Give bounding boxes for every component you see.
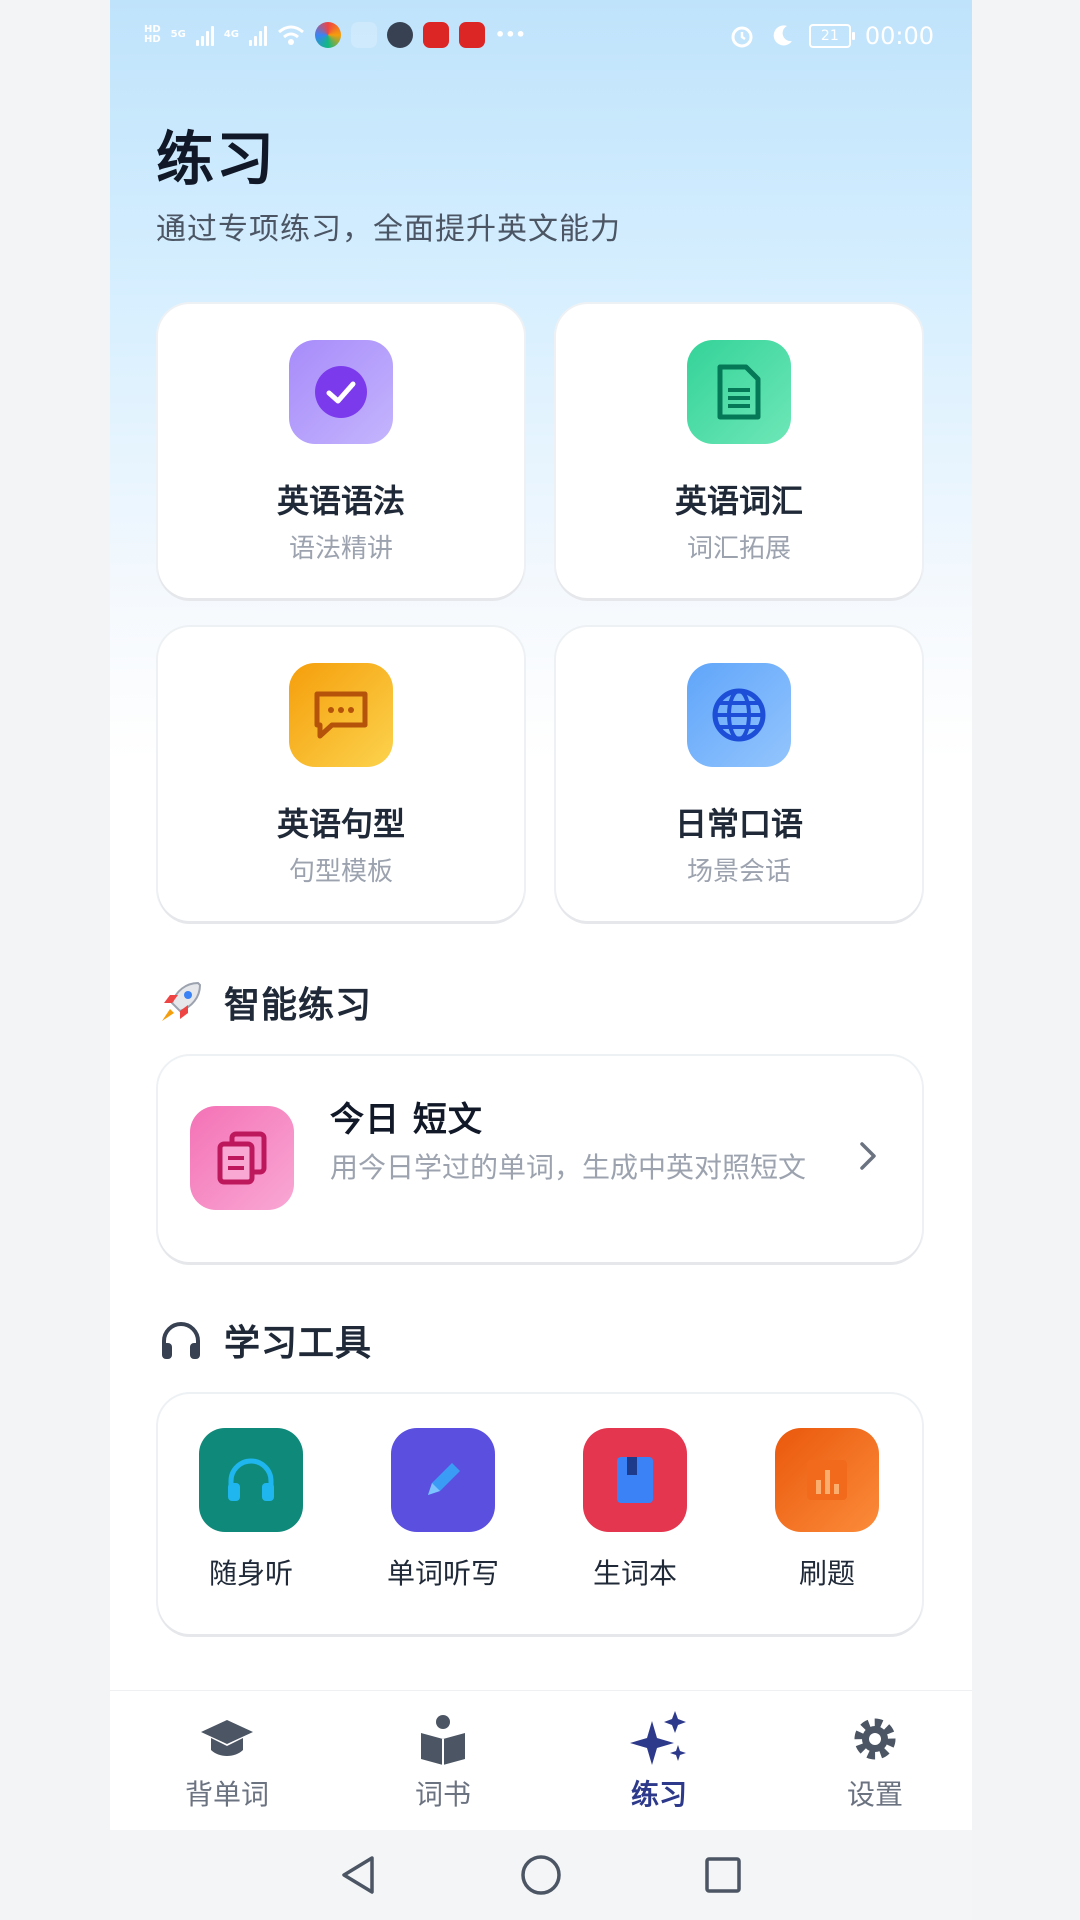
- quiz-tile: [775, 1428, 879, 1532]
- sim-indicator: HD HD: [144, 24, 161, 45]
- nav-icon-wrap: [800, 1711, 950, 1767]
- app-notification-icon: [351, 22, 378, 48]
- section-label: 智能练习: [224, 985, 373, 1026]
- wordbook-tile: [583, 1428, 687, 1532]
- headphones-icon: [162, 1322, 200, 1359]
- app-notification-icon: [459, 22, 486, 48]
- status-bar: HD HD 5G 4G ••• 21 00:00: [110, 0, 972, 80]
- card-subtitle: 场景会话: [686, 857, 791, 887]
- moon-icon: [773, 25, 792, 46]
- card-title: 英语句型: [276, 805, 405, 843]
- chat-bubble-icon: [314, 691, 368, 739]
- daily-article-card[interactable]: 今日 短文 用今日学过的单词，生成中英对照短文: [158, 1056, 922, 1262]
- daily-article-title: 今日 短文: [330, 1100, 483, 1140]
- grammar-tile: [289, 340, 393, 444]
- page-title: 练习: [156, 125, 277, 193]
- check-circle-icon: [315, 366, 367, 418]
- practice-card-grammar[interactable]: 英语语法 语法精讲: [158, 304, 524, 598]
- page-subtitle: 通过专项练习，全面提升英文能力: [156, 212, 621, 247]
- rocket-icon: [162, 981, 202, 1021]
- avatar-notification-icon: [387, 22, 414, 48]
- sparkles-icon: [630, 1711, 686, 1765]
- card-title: 英语词汇: [674, 482, 803, 520]
- status-left: HD HD 5G 4G •••: [144, 22, 526, 48]
- tool-label: 刷题: [798, 1557, 855, 1590]
- app-notification-icon: [423, 22, 450, 48]
- dictation-tile: [391, 1428, 495, 1532]
- tool-listen[interactable]: 随身听: [176, 1428, 326, 1592]
- daily-article-description: 用今日学过的单词，生成中英对照短文: [330, 1151, 807, 1184]
- home-icon[interactable]: [518, 1852, 564, 1898]
- nav-icon-wrap: [584, 1711, 734, 1767]
- status-right: 21 00:00: [729, 22, 934, 50]
- practice-card-speaking[interactable]: 日常口语 场景会话: [556, 627, 922, 921]
- nav-item-wordbooks[interactable]: 词书: [368, 1711, 518, 1813]
- listen-tile: [199, 1428, 303, 1532]
- nav-label: 设置: [846, 1778, 903, 1811]
- copy-docs-icon: [217, 1131, 267, 1185]
- card-subtitle: 句型模板: [288, 857, 393, 887]
- book-icon: [617, 1457, 653, 1503]
- wifi-icon: [278, 25, 304, 45]
- tool-label: 单词听写: [386, 1557, 499, 1590]
- sentence-tile: [289, 663, 393, 767]
- system-nav-bar: [110, 1830, 972, 1920]
- pencil-icon: [428, 1463, 460, 1495]
- back-icon[interactable]: [336, 1852, 382, 1898]
- daily-article-tile: [190, 1106, 294, 1210]
- nav-item-practice[interactable]: 练习: [584, 1711, 734, 1813]
- tool-dictation[interactable]: 单词听写: [368, 1428, 518, 1592]
- graduation-cap-icon: [201, 1720, 253, 1756]
- signal-icon-2: [249, 24, 268, 46]
- app-screen: HD HD 5G 4G ••• 21 00:00 练习 通过专项练习，全面提升英文…: [110, 0, 972, 1920]
- nav-item-vocabulary[interactable]: 背单词: [152, 1711, 302, 1813]
- gear-icon: [854, 1718, 896, 1760]
- battery-icon: 21: [808, 24, 855, 48]
- card-subtitle: 语法精讲: [288, 534, 393, 564]
- vocabulary-tile: [687, 340, 791, 444]
- app-notification-icon: [315, 22, 342, 48]
- learning-tools-header: 学习工具: [158, 1314, 372, 1366]
- chevron-right-icon: [860, 1142, 876, 1170]
- card-title: 英语语法: [276, 482, 405, 520]
- status-time: 00:00: [864, 22, 934, 50]
- tool-label: 随身听: [208, 1557, 293, 1590]
- more-notifications-icon: •••: [495, 25, 526, 44]
- globe-icon: [712, 688, 766, 742]
- tool-wordbook[interactable]: 生词本: [560, 1428, 710, 1592]
- nav-icon-wrap: [368, 1711, 518, 1767]
- practice-card-sentence[interactable]: 英语句型 句型模板: [158, 627, 524, 921]
- recent-apps-icon[interactable]: [700, 1852, 746, 1898]
- section-label: 学习工具: [224, 1323, 373, 1364]
- signal-icon: [195, 24, 214, 46]
- network-right-label: 4G: [223, 29, 240, 40]
- nav-item-settings[interactable]: 设置: [800, 1711, 950, 1813]
- alarm-icon: [731, 26, 753, 48]
- bottom-nav: 背单词 词书 练习 设置: [110, 1690, 972, 1831]
- tool-label: 生词本: [592, 1557, 677, 1590]
- nav-icon-wrap: [152, 1711, 302, 1767]
- speaking-tile: [687, 663, 791, 767]
- practice-card-vocabulary[interactable]: 英语词汇 词汇拓展: [556, 304, 922, 598]
- smart-practice-header: 智能练习: [158, 976, 372, 1028]
- network-left-label: 5G: [170, 29, 186, 40]
- bar-chart-icon: [807, 1460, 847, 1500]
- card-title: 日常口语: [674, 805, 803, 843]
- headphones-icon: [228, 1458, 274, 1501]
- card-subtitle: 词汇拓展: [686, 534, 791, 564]
- learning-tools-card: 随身听 单词听写 生词本 刷题: [158, 1394, 922, 1634]
- nav-label: 练习: [630, 1778, 687, 1811]
- tool-quiz[interactable]: 刷题: [752, 1428, 902, 1592]
- nav-label: 背单词: [184, 1778, 269, 1811]
- nav-label: 词书: [414, 1778, 471, 1811]
- reading-book-icon: [421, 1715, 465, 1765]
- document-icon: [717, 364, 761, 420]
